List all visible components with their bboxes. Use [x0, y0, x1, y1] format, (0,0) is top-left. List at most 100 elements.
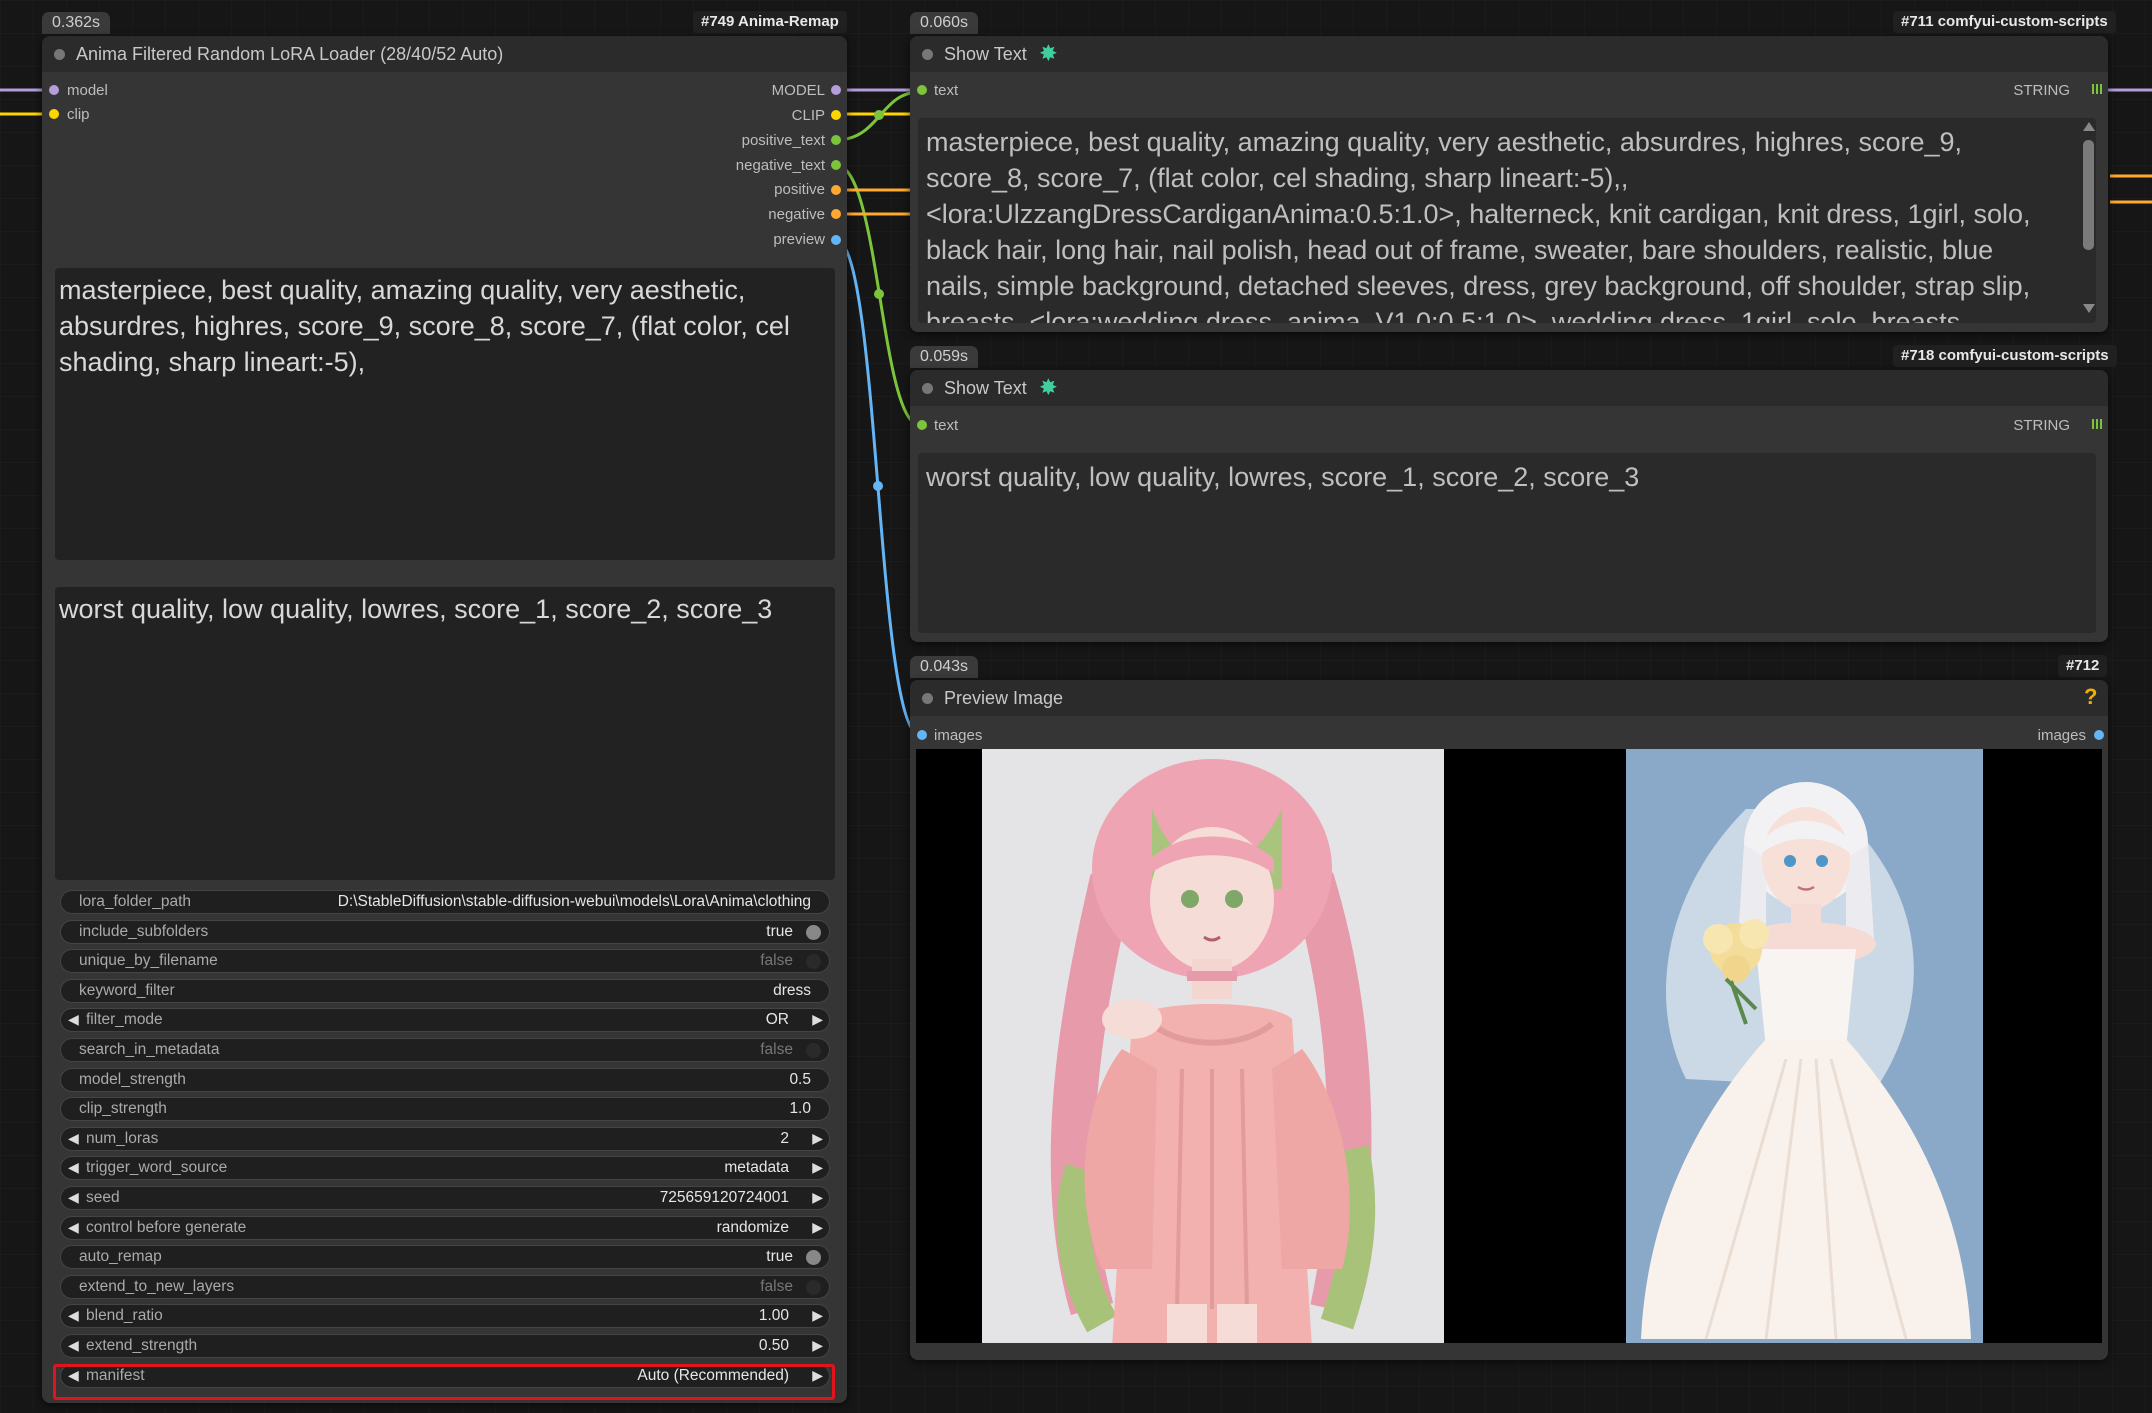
preview-image-canvas[interactable] [916, 749, 2102, 1343]
widget-label: clip_strength [79, 1100, 167, 1117]
node-title-bar[interactable]: Show Text ✸ [910, 370, 2108, 406]
widget-control-before-generate[interactable]: ◀ control before generate randomize ▶ [60, 1216, 830, 1240]
scroll-thumb[interactable] [2083, 140, 2094, 250]
images-input-label: images [934, 727, 983, 744]
collapse-dot-icon[interactable] [54, 49, 65, 60]
output-model-dot-icon[interactable] [831, 85, 841, 95]
node-title-bar[interactable]: Preview Image [910, 680, 2108, 716]
increment-arrow-icon[interactable]: ▶ [812, 1159, 823, 1176]
widget-blend-ratio[interactable]: ◀ blend_ratio 1.00 ▶ [60, 1304, 830, 1328]
wire-reroute-dot [873, 481, 883, 491]
clip-input-label: clip [67, 106, 90, 123]
decrement-arrow-icon[interactable]: ◀ [68, 1189, 79, 1206]
widget-seed[interactable]: ◀ seed 725659120724001 ▶ [60, 1186, 830, 1210]
output-negative-dot-icon[interactable] [831, 209, 841, 219]
widget-label: control before generate [86, 1219, 247, 1236]
widget-value: false [760, 952, 793, 969]
increment-arrow-icon[interactable]: ▶ [812, 1219, 823, 1236]
preview-image-1[interactable] [982, 749, 1444, 1343]
widget-label: lora_folder_path [79, 893, 192, 910]
output-clip-dot-icon[interactable] [831, 110, 841, 120]
widget-include-subfolders[interactable]: include_subfolders true [60, 920, 830, 944]
toggle-knob-icon[interactable] [806, 1250, 821, 1265]
scroll-up-icon[interactable] [2083, 122, 2095, 131]
collapse-dot-icon[interactable] [922, 693, 933, 704]
collapse-dot-icon[interactable] [922, 49, 933, 60]
widget-extend-strength[interactable]: ◀ extend_strength 0.50 ▶ [60, 1334, 830, 1358]
positive-prompt-textarea[interactable]: masterpiece, best quality, amazing quali… [55, 268, 835, 560]
widget-label: blend_ratio [86, 1307, 163, 1324]
toggle-knob-icon[interactable] [806, 1043, 821, 1058]
widget-label: trigger_word_source [86, 1159, 228, 1176]
node-title-bar[interactable]: Anima Filtered Random LoRA Loader (28/40… [42, 36, 847, 72]
text-input-dot-icon[interactable] [917, 420, 927, 430]
images-output-dot-icon[interactable] [2094, 730, 2104, 740]
collapse-dot-icon[interactable] [922, 383, 933, 394]
clip-input-dot-icon[interactable] [49, 109, 59, 119]
toggle-knob-icon[interactable] [806, 954, 821, 969]
decrement-arrow-icon[interactable]: ◀ [68, 1337, 79, 1354]
help-icon[interactable]: ? [2084, 684, 2097, 710]
widget-label: include_subfolders [79, 923, 209, 940]
widget-keyword-filter[interactable]: keyword_filter dress [60, 979, 830, 1003]
string-output-grid-icon[interactable] [2092, 84, 2102, 94]
widget-label: extend_to_new_layers [79, 1278, 235, 1295]
increment-arrow-icon[interactable]: ▶ [812, 1011, 823, 1028]
output-positive-text-dot-icon[interactable] [831, 135, 841, 145]
decrement-arrow-icon[interactable]: ◀ [68, 1130, 79, 1147]
text-input-dot-icon[interactable] [917, 85, 927, 95]
textarea-scrollbar[interactable] [2080, 120, 2098, 320]
increment-arrow-icon[interactable]: ▶ [812, 1189, 823, 1206]
output-preview-dot-icon[interactable] [831, 235, 841, 245]
decrement-arrow-icon[interactable]: ◀ [68, 1011, 79, 1028]
text-input-label: text [934, 82, 959, 99]
widget-label: extend_strength [86, 1337, 198, 1354]
widget-filter-mode[interactable]: ◀ filter_mode OR ▶ [60, 1008, 830, 1032]
decrement-arrow-icon[interactable]: ◀ [68, 1219, 79, 1236]
node-title: Anima Filtered Random LoRA Loader (28/40… [76, 44, 504, 64]
output-negative-text-dot-icon[interactable] [831, 160, 841, 170]
wire-reroute-dot [874, 110, 884, 120]
negative-prompt-textarea[interactable]: worst quality, low quality, lowres, scor… [55, 587, 835, 880]
images-output-label: images [2037, 727, 2086, 744]
images-input-dot-icon[interactable] [917, 730, 927, 740]
widget-value: D:\StableDiffusion\stable-diffusion-webu… [337, 893, 811, 910]
widget-auto-remap[interactable]: auto_remap true [60, 1245, 830, 1269]
output-positive-dot-icon[interactable] [831, 185, 841, 195]
node-id-tag: #718 comfyui-custom-scripts [1893, 345, 2117, 367]
output-positive-text-label: positive_text [741, 132, 825, 149]
node-title-bar[interactable]: Show Text ✸ [910, 36, 2108, 72]
widget-lora-folder-path[interactable]: lora_folder_path D:\StableDiffusion\stabl… [60, 890, 830, 914]
increment-arrow-icon[interactable]: ▶ [812, 1337, 823, 1354]
preview-image-2[interactable] [1626, 749, 1983, 1343]
decrement-arrow-icon[interactable]: ◀ [68, 1159, 79, 1176]
widget-label: model_strength [79, 1071, 186, 1088]
widget-extend-to-new-layers[interactable]: extend_to_new_layers false [60, 1275, 830, 1299]
toggle-knob-icon[interactable] [806, 925, 821, 940]
output-positive-label: positive [774, 181, 825, 198]
increment-arrow-icon[interactable]: ▶ [812, 1130, 823, 1147]
decrement-arrow-icon[interactable]: ◀ [68, 1307, 79, 1324]
widget-search-in-metadata[interactable]: search_in_metadata false [60, 1038, 830, 1062]
string-output-label: STRING [2013, 417, 2070, 434]
scroll-down-icon[interactable] [2083, 304, 2095, 313]
node-title: Preview Image [944, 688, 1064, 708]
widget-model-strength[interactable]: model_strength 0.5 [60, 1068, 830, 1092]
show-text-output[interactable]: worst quality, low quality, lowres, scor… [918, 453, 2096, 633]
widget-num-loras[interactable]: ◀ num_loras 2 ▶ [60, 1127, 830, 1151]
widget-trigger-word-source[interactable]: ◀ trigger_word_source metadata ▶ [60, 1156, 830, 1180]
node-exec-time: 0.043s [910, 656, 979, 678]
increment-arrow-icon[interactable]: ▶ [812, 1307, 823, 1324]
show-text-output[interactable]: masterpiece, best quality, amazing quali… [918, 118, 2096, 323]
widget-clip-strength[interactable]: clip_strength 1.0 [60, 1097, 830, 1121]
node-exec-time: 0.059s [910, 346, 979, 368]
toggle-knob-icon[interactable] [806, 1280, 821, 1295]
widget-value: 0.50 [758, 1337, 789, 1354]
output-clip-label: CLIP [791, 107, 825, 124]
output-preview-label: preview [773, 231, 825, 248]
widget-value: 725659120724001 [659, 1189, 789, 1206]
string-output-grid-icon[interactable] [2092, 419, 2102, 429]
widget-unique-by-filename[interactable]: unique_by_filename false [60, 949, 830, 973]
model-input-label: model [67, 82, 108, 99]
model-input-dot-icon[interactable] [49, 85, 59, 95]
